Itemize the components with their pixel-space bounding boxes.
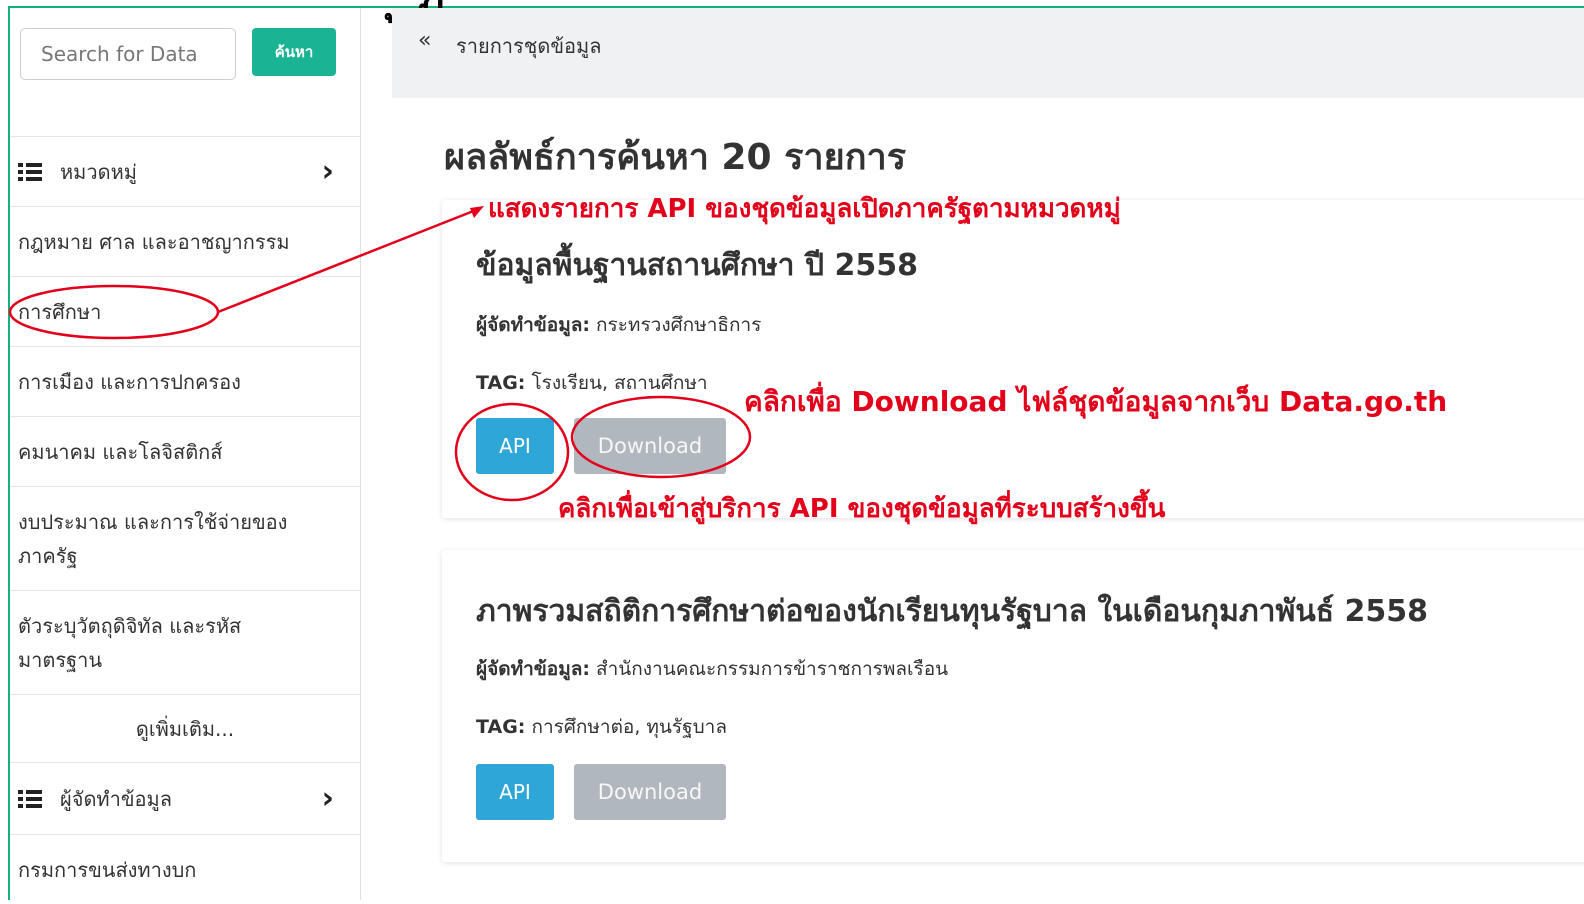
sidebar-item-label: การเมือง และการปกครอง [18,369,241,394]
chevron-right-icon: › [321,154,334,189]
api-button[interactable]: API [476,418,554,474]
annotation-download-note: คลิกเพื่อ Download ไฟล์ชุดข้อมูลจากเว็บ … [744,385,1448,418]
sidebar-item-budget[interactable]: งบประมาณ และการใช้จ่ายของ ภาครัฐ [10,486,360,590]
publishers-header-label: ผู้จัดทำข้อมูล [60,786,172,811]
sidebar-item-label: คมนาคม และโลจิสติกส์ [18,439,223,464]
sidebar-categories-header[interactable]: หมวดหมู่ › [10,136,360,206]
tag-label: TAG: [476,372,526,394]
sidebar-item-publisher[interactable]: กรมการขนส่งทางบก [10,834,360,904]
tag-value: การศึกษาต่อ, ทุนรัฐบาล [531,716,727,738]
annotation-category-note: แสดงรายการ API ของชุดข้อมูลเปิดภาครัฐตาม… [488,194,1121,224]
sidebar: ค้นหา หมวดหมู่ › กฎหมาย ศาล และอาชญากรรม… [10,8,361,900]
sidebar-item-politics[interactable]: การเมือง และการปกครอง [10,346,360,416]
list-icon [18,789,44,808]
back-arrow-icon[interactable]: « [418,28,431,53]
tag-label: TAG: [476,716,526,738]
list-icon [18,162,44,181]
sidebar-item-label: ตัวระบุวัตถุดิจิทัล และรหัส [18,613,242,638]
see-more-label: ดูเพิ่มเติม... [135,716,235,741]
sidebar-item-transport[interactable]: คมนาคม และโลจิสติกส์ [10,416,360,486]
annotation-api-note: คลิกเพื่อเข้าสู่บริการ API ของชุดข้อมูลท… [558,494,1166,524]
sidebar-item-label-line2: ภาครัฐ [18,543,78,568]
dataset-title[interactable]: ภาพรวมสถิติการศึกษาต่อของนักเรียนทุนรัฐบ… [476,588,1428,635]
api-button[interactable]: API [476,764,554,820]
dataset-publisher: ผู้จัดทำข้อมูล: กระทรวงศึกษาธิการ [476,310,761,340]
sidebar-item-doi[interactable]: ตัวระบุวัตถุดิจิทัล และรหัส มาตรฐาน [10,590,360,694]
sidebar-item-label: งบประมาณ และการใช้จ่ายของ [18,509,288,534]
see-more-link[interactable]: ดูเพิ่มเติม... [10,694,360,762]
download-button[interactable]: Download [574,418,726,474]
dataset-publisher: ผู้จัดทำข้อมูล: สำนักงานคณะกรรมการข้าราช… [476,654,948,684]
sidebar-item-label: การศึกษา [18,299,102,324]
dataset-tags: TAG: การศึกษาต่อ, ทุนรัฐบาล [476,712,727,742]
search-input[interactable] [20,28,236,80]
dataset-title[interactable]: ข้อมูลพื้นฐานสถานศึกษา ปี 2558 [476,242,918,289]
dataset-tags: TAG: โรงเรียน, สถานศึกษา [476,368,708,398]
publisher-value: สำนักงานคณะกรรมการข้าราชการพลเรือน [596,658,949,680]
sidebar-item-education[interactable]: การศึกษา [10,276,360,346]
results-title: ผลลัพธ์การค้นหา 20 รายการ [444,137,907,178]
categories-header-label: หมวดหมู่ [60,159,137,184]
download-button[interactable]: Download [574,764,726,820]
publisher-value: กระทรวงศึกษาธิการ [596,314,762,336]
sidebar-item-label-line2: มาตรฐาน [18,647,103,672]
dataset-card: ข้อมูลพื้นฐานสถานศึกษา ปี 2558 ผู้จัดทำข… [442,200,1584,518]
publisher-label: ผู้จัดทำข้อมูล: [476,314,590,336]
sidebar-item-label: กรมการขนส่งทางบก [18,857,197,882]
dataset-card: ภาพรวมสถิติการศึกษาต่อของนักเรียนทุนรัฐบ… [442,550,1584,862]
chevron-right-icon: › [321,781,334,816]
tag-value: โรงเรียน, สถานศึกษา [531,372,708,394]
breadcrumb-label[interactable]: รายการชุดข้อมูล [456,30,601,62]
search-button[interactable]: ค้นหา [252,28,336,76]
sidebar-item-label: กฎหมาย ศาล และอาชญากรรม [18,229,290,254]
sidebar-publishers-header[interactable]: ผู้จัดทำข้อมูล › [10,762,360,834]
sidebar-item-law[interactable]: กฎหมาย ศาล และอาชญากรรม [10,206,360,276]
publisher-label: ผู้จัดทำข้อมูล: [476,658,590,680]
breadcrumb: « รายการชุดข้อมูล [392,8,1584,98]
